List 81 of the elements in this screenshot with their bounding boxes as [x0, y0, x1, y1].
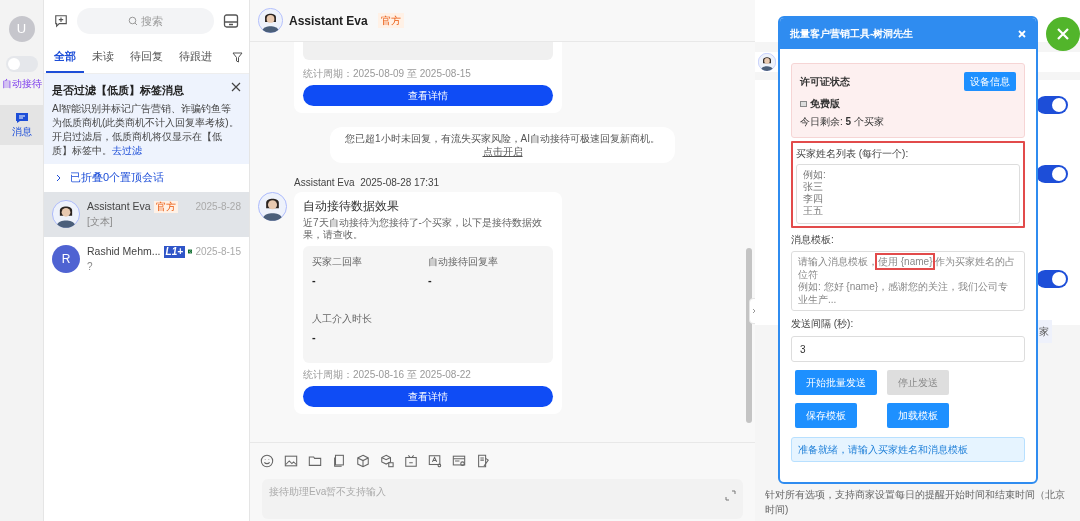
action-button[interactable]: 保存模板: [795, 403, 857, 428]
new-chat-icon[interactable]: [54, 14, 68, 28]
contact-avatar: [258, 8, 283, 33]
chat-title: Assistant Eva: [289, 12, 368, 30]
metric-label: 自动接待回复率: [428, 255, 499, 269]
license-title: 许可证状态: [800, 75, 850, 89]
official-badge: 官方: [377, 13, 404, 28]
field-label: 买家姓名列表 (每行一个):: [796, 147, 910, 161]
metric-value: -: [428, 273, 433, 288]
filter-tab[interactable]: 待回复: [122, 42, 171, 73]
names-field[interactable]: 例如: 张三 李四 王五: [796, 164, 1020, 224]
chevron-icon: [56, 173, 62, 182]
stats-period: 统计周期：2025-08-16 至 2025-08-22: [303, 368, 472, 382]
interval-field[interactable]: 3: [791, 336, 1025, 362]
card-description: 近7天自动接待为您接待了-个买家，以下是接待数据效果，请查收。: [303, 217, 543, 241]
notes-icon[interactable]: [476, 454, 490, 468]
person-avatar: [52, 200, 80, 228]
plan-icon: [800, 100, 807, 107]
inbox-icon[interactable]: [223, 14, 239, 28]
metric-value: -: [312, 329, 317, 345]
copy-icon[interactable]: [332, 454, 346, 468]
message-preview: [文本]: [87, 215, 114, 230]
message-preview: ?: [87, 260, 94, 275]
remaining-quota: 今日剩余: 5 个买家: [800, 115, 885, 129]
package-icon[interactable]: [380, 454, 394, 468]
details-button[interactable]: 查看详情: [303, 386, 553, 407]
image-icon[interactable]: [284, 454, 298, 468]
message-meta: Assistant Eva 2025-08-28 17:31: [294, 176, 441, 190]
sender-avatar: [258, 192, 287, 221]
conversation-date: 2025-8-28: [195, 200, 241, 214]
scrollbar-thumb[interactable]: [746, 248, 752, 423]
folder-icon[interactable]: [308, 454, 322, 468]
plan-name: 免费版: [810, 97, 840, 111]
card-icon[interactable]: [452, 454, 466, 468]
conversation-item[interactable]: R Rashid Mehm... L1+ 2025-8-15 ?: [44, 236, 249, 282]
contact-name: Rashid Mehm...: [87, 243, 161, 259]
notice-title: 是否过滤【低质】标签消息: [52, 83, 184, 98]
card-title: 自动接待数据效果: [303, 198, 400, 215]
chat-icon: [14, 111, 29, 124]
contact-badge: L1+: [163, 245, 186, 258]
settings-avatar: [758, 53, 776, 71]
contact-badge: 官方: [153, 200, 178, 213]
status-message: 准备就绪，请输入买家姓名和消息模板: [791, 437, 1025, 462]
settings-footnote: 针对所有选项，支持商家设置每日的提醒开始时间和结束时间（北京时间): [764, 488, 1066, 517]
filter-tab[interactable]: 待跟进: [171, 42, 220, 73]
filter-icon[interactable]: [232, 52, 243, 63]
conversation-item[interactable]: Assistant Eva 官方 2025-8-28 [文本]: [44, 191, 249, 237]
conversation-date: 2025-8-15: [195, 245, 241, 259]
stats-period: 统计周期：2025-08-09 至 2025-08-15: [303, 67, 472, 81]
action-button[interactable]: 加载模板: [887, 403, 949, 428]
toggle-switch[interactable]: [1036, 96, 1068, 114]
template-field[interactable]: 请输入消息模板，使用 {name} 作为买家姓名的占位符 例如: 您好 {name}，感谢您的关注，我们公司专业生产...: [791, 251, 1025, 311]
dialog-title: 批量客户营销工具-树洞先生: [790, 27, 914, 41]
toggle-switch[interactable]: [1036, 270, 1068, 288]
filter-tab[interactable]: 未读: [84, 42, 122, 73]
system-notice: 您已超1小时未回复，有流失买家风险，AI自动接待可极速回复新商机。 点击开启: [330, 127, 675, 163]
toggle-label: 自动接待: [1, 77, 42, 91]
action-button[interactable]: 开始批量发送: [795, 370, 877, 395]
nav-item[interactable]: 消息: [0, 105, 43, 145]
field-label: 发送间隔 (秒):: [791, 317, 855, 331]
contact-name: Assistant Eva: [87, 198, 151, 214]
pinned-row[interactable]: 已折叠0个置顶会话: [44, 163, 249, 192]
toggle-switch[interactable]: [5, 56, 38, 72]
field-label: 消息模板:: [791, 233, 835, 247]
enable-link[interactable]: 点击开启: [482, 146, 523, 157]
search-icon: [128, 16, 138, 26]
details-button[interactable]: 查看详情: [303, 85, 553, 106]
filter-link[interactable]: 去过滤: [112, 144, 142, 156]
metric-value: -: [312, 273, 317, 288]
notice-text: AI智能识别并标记广告营销、诈骗钓鱼等为低质商机(此类商机不计入回复率考核)。开启过滤后，低质商机将仅显示在【低质】标签中。去过滤: [52, 101, 240, 158]
close-icon: [1056, 27, 1070, 41]
contact-avatar: R: [52, 245, 80, 273]
metric-label: 买家二回率: [312, 255, 363, 269]
close-icon[interactable]: [231, 82, 241, 92]
device-info-button[interactable]: 设备信息: [964, 72, 1016, 91]
emoji-icon[interactable]: [260, 454, 274, 468]
metric-label: 人工介入时长: [312, 311, 373, 326]
toggle-switch[interactable]: [1036, 165, 1068, 183]
translate-icon[interactable]: [428, 454, 442, 468]
cube-icon[interactable]: [356, 454, 370, 468]
chevron-icon: [752, 308, 756, 314]
